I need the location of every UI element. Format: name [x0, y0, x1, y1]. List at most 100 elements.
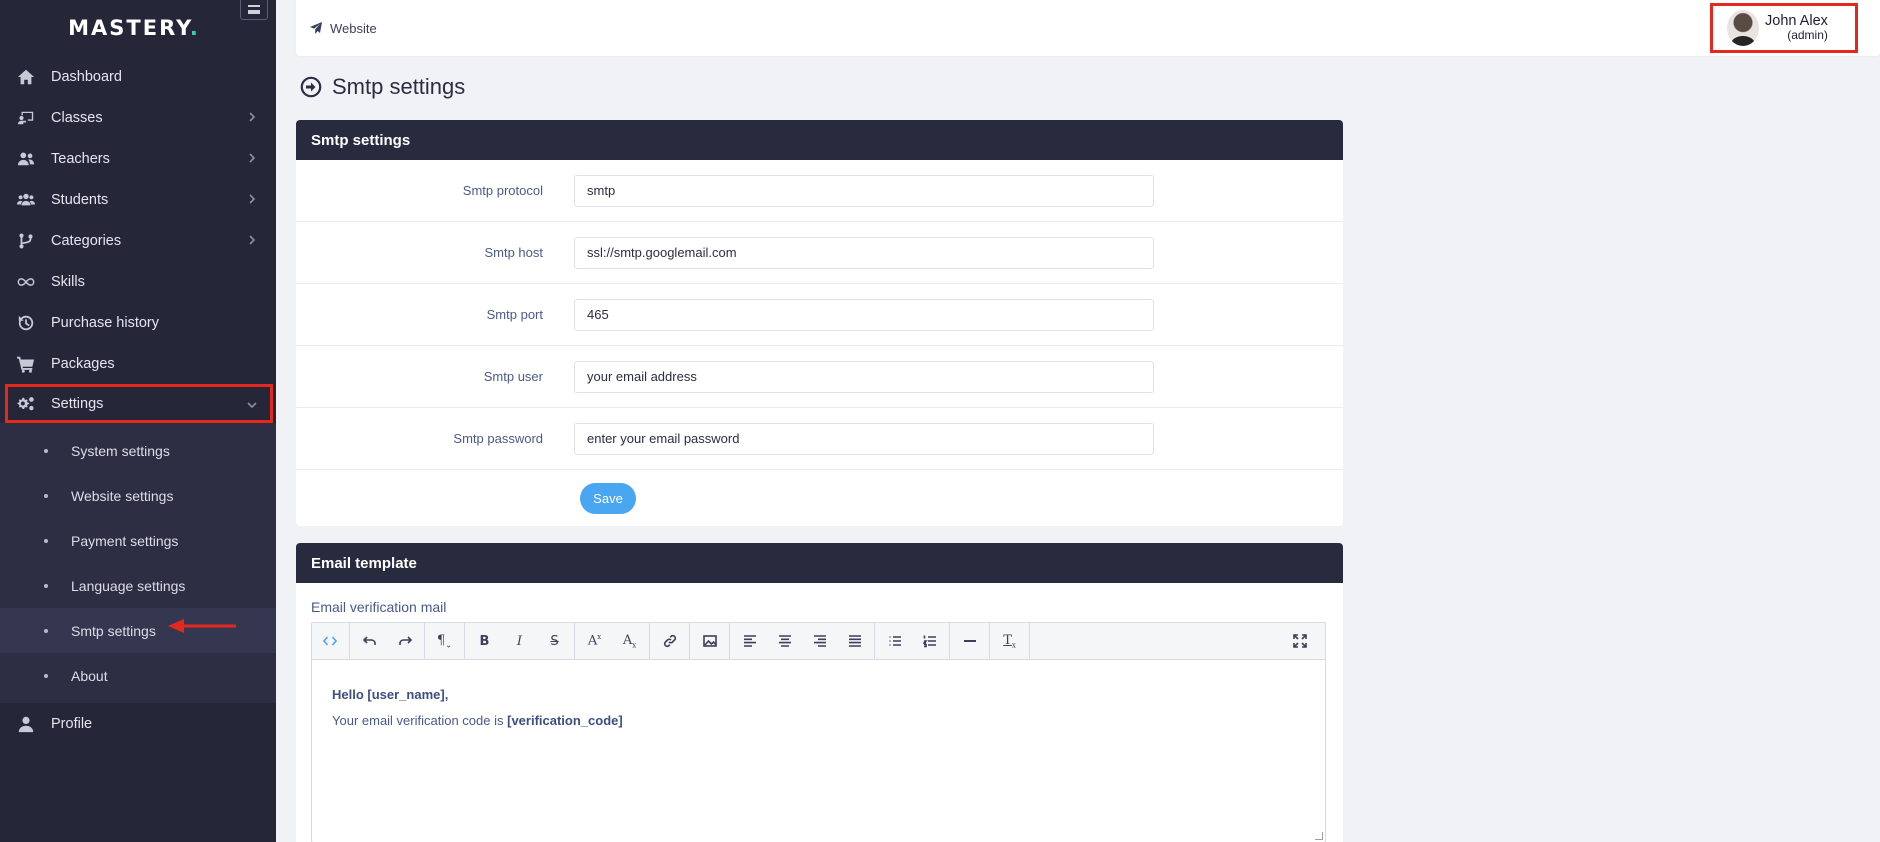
chalkboard-teacher-icon: [16, 108, 36, 128]
sidebar-item-students[interactable]: Students: [0, 179, 276, 220]
history-icon: [16, 313, 36, 333]
superscript-icon: Ax: [587, 633, 602, 649]
italic-icon: I: [516, 633, 523, 649]
menu-toggle-button[interactable]: [240, 0, 268, 20]
sidebar-item-profile[interactable]: Profile: [0, 703, 276, 744]
smtp-password-input[interactable]: [574, 422, 1154, 455]
sidebar-item-classes[interactable]: Classes: [0, 97, 276, 138]
hamburger-icon: [248, 5, 260, 14]
sidebar-item-skills[interactable]: Skills: [0, 261, 276, 302]
form-row-password: Smtp password: [296, 408, 1343, 470]
toolbar-separator: [649, 623, 650, 659]
form-row-protocol: Smtp protocol: [296, 160, 1343, 222]
redo-button[interactable]: [387, 623, 422, 659]
superscript-button[interactable]: Ax: [577, 623, 612, 659]
sidebar: MASTERY. Dashboard Classes Teachers Stud…: [0, 0, 276, 842]
users-icon: [16, 149, 36, 169]
editor-line-2: Your email verification code is [verific…: [332, 713, 623, 728]
settings-submenu: System settings Website settings Payment…: [0, 423, 276, 703]
align-justify-button[interactable]: [837, 623, 872, 659]
brand-logo[interactable]: MASTERY.: [0, 0, 276, 56]
undo-icon: [362, 636, 376, 645]
user-menu[interactable]: John Alex (admin): [1710, 3, 1858, 53]
editor-toolbar: ¶⌄ B I S Ax Ax Tx: [312, 623, 1325, 660]
align-center-icon: [778, 635, 791, 647]
strikethrough-button[interactable]: S: [537, 623, 572, 659]
form-row-user: Smtp user: [296, 346, 1343, 408]
code-view-button[interactable]: [312, 623, 347, 659]
cogs-icon: [16, 394, 36, 414]
user-info: John Alex (admin): [1765, 14, 1828, 42]
user-name: John Alex: [1765, 13, 1828, 29]
numbered-list-button[interactable]: [912, 623, 947, 659]
website-link[interactable]: Website: [310, 21, 377, 36]
align-center-button[interactable]: [767, 623, 802, 659]
fullscreen-button[interactable]: [1282, 623, 1317, 659]
align-left-button[interactable]: [732, 623, 767, 659]
form-row-host: Smtp host: [296, 222, 1343, 284]
italic-button[interactable]: I: [502, 623, 537, 659]
sub-item-website-settings[interactable]: Website settings: [0, 473, 276, 518]
user-role: (admin): [1787, 28, 1828, 42]
align-right-icon: [813, 635, 826, 647]
field-label: Smtp user: [483, 369, 543, 384]
sub-item-language-settings[interactable]: Language settings: [0, 563, 276, 608]
sidebar-item-settings[interactable]: Settings: [5, 384, 273, 423]
toolbar-separator: [949, 623, 950, 659]
editor-line-1: Hello [user_name],: [332, 687, 449, 702]
editor-content[interactable]: Hello [user_name], Your email verificati…: [312, 660, 1325, 842]
chevron-right-icon: [246, 152, 258, 164]
clear-format-button[interactable]: Tx: [992, 623, 1027, 659]
rich-text-editor: ¶⌄ B I S Ax Ax Tx Hello [user_name], You…: [311, 622, 1326, 842]
insert-link-button[interactable]: [652, 623, 687, 659]
sidebar-item-label: Purchase history: [51, 314, 159, 331]
bullet-list-button[interactable]: [877, 623, 912, 659]
sidebar-item-label: Profile: [51, 715, 93, 732]
code-icon: [322, 636, 337, 646]
resize-handle[interactable]: [1315, 832, 1323, 840]
expand-icon: [1292, 634, 1307, 648]
smtp-host-input[interactable]: [574, 236, 1154, 269]
sub-item-about[interactable]: About: [0, 653, 276, 698]
bold-button[interactable]: B: [467, 623, 502, 659]
shopping-cart-icon: [16, 354, 36, 374]
toolbar-separator: [1029, 623, 1030, 659]
insert-image-button[interactable]: [692, 623, 727, 659]
paragraph-format-button[interactable]: ¶⌄: [427, 623, 462, 659]
page-title-text: Smtp settings: [332, 74, 466, 99]
sidebar-item-teachers[interactable]: Teachers: [0, 138, 276, 179]
paragraph-icon: ¶⌄: [437, 632, 452, 650]
sidebar-item-packages[interactable]: Packages: [0, 343, 276, 384]
field-label: Smtp protocol: [462, 183, 543, 198]
align-right-button[interactable]: [802, 623, 837, 659]
chevron-right-icon: [246, 234, 258, 246]
code-branch-icon: [16, 231, 36, 251]
sub-item-system-settings[interactable]: System settings: [0, 428, 276, 473]
bullet-icon: [44, 538, 48, 543]
sidebar-item-label: Settings: [51, 395, 104, 412]
form-row-port: Smtp port: [296, 284, 1343, 346]
bullet-icon: [44, 673, 48, 678]
website-link-label: Website: [330, 20, 377, 36]
redo-icon: [398, 636, 412, 645]
field-label: Smtp host: [484, 245, 543, 260]
sidebar-item-categories[interactable]: Categories: [0, 220, 276, 261]
save-button[interactable]: Save: [580, 482, 636, 514]
sidebar-item-label: Skills: [51, 273, 85, 290]
image-icon: [702, 635, 717, 647]
align-justify-icon: [848, 635, 861, 647]
bold-icon: B: [479, 633, 490, 649]
sub-item-payment-settings[interactable]: Payment settings: [0, 518, 276, 563]
smtp-port-input[interactable]: [574, 298, 1154, 331]
chevron-down-icon: [246, 399, 258, 411]
sidebar-item-purchase-history[interactable]: Purchase history: [0, 302, 276, 343]
sidebar-item-dashboard[interactable]: Dashboard: [0, 56, 276, 97]
smtp-user-input[interactable]: [574, 360, 1154, 393]
smtp-protocol-input[interactable]: [574, 174, 1154, 207]
subscript-button[interactable]: Ax: [612, 623, 647, 659]
undo-button[interactable]: [352, 623, 387, 659]
arrow-circle-right-icon: [300, 76, 322, 98]
infinity-icon: [16, 272, 36, 292]
toolbar-separator: [689, 623, 690, 659]
horizontal-rule-button[interactable]: [952, 623, 987, 659]
